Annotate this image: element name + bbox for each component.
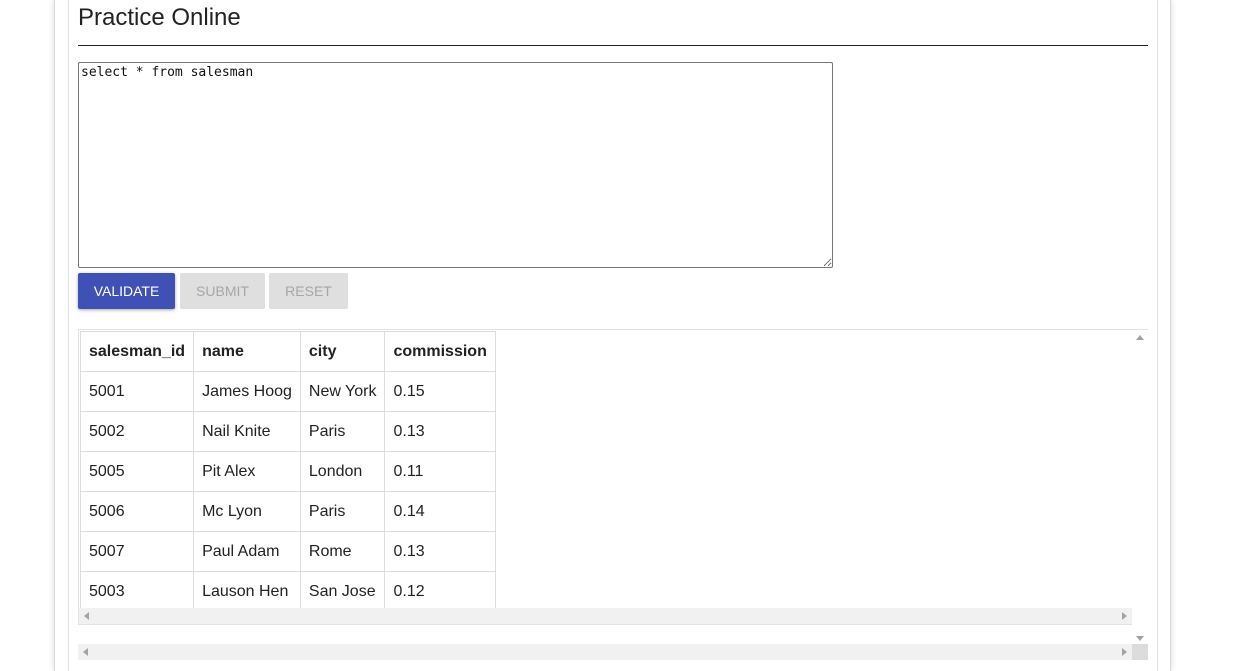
- scroll-up-arrow-icon[interactable]: [1136, 335, 1144, 340]
- cell-name: Paul Adam: [193, 531, 301, 572]
- cell-name: Lauson Hen: [193, 571, 301, 612]
- results-horizontal-scrollbar[interactable]: [79, 608, 1132, 624]
- cell-salesman-id: 5001: [79, 371, 195, 412]
- cell-name: Mc Lyon: [193, 491, 301, 532]
- table-row: 5001 James Hoog New York 0.15: [79, 371, 496, 412]
- column-header-name: name: [193, 331, 301, 372]
- cell-name: Pit Alex: [193, 451, 301, 492]
- scroll-left-arrow-icon[interactable]: [84, 612, 89, 620]
- page-title: Practice Online: [78, 4, 241, 31]
- table-row: 5005 Pit Alex London 0.11: [79, 451, 496, 492]
- submit-button[interactable]: SUBMIT: [180, 273, 265, 309]
- cell-city: London: [299, 451, 386, 492]
- column-header-salesman-id: salesman_id: [79, 331, 195, 372]
- cell-commission: 0.15: [384, 371, 496, 412]
- sql-editor[interactable]: [78, 62, 833, 268]
- column-header-commission: commission: [384, 331, 496, 372]
- cell-commission: 0.12: [384, 571, 496, 612]
- cell-salesman-id: 5005: [79, 451, 195, 492]
- results-table: salesman_id name city commission 5001 Ja…: [79, 331, 496, 612]
- cell-city: New York: [299, 371, 386, 412]
- cell-commission: 0.13: [384, 411, 496, 452]
- table-header-row: salesman_id name city commission: [79, 331, 496, 372]
- column-header-city: city: [299, 331, 386, 372]
- scrollbar-corner: [1132, 644, 1148, 660]
- cell-salesman-id: 5002: [79, 411, 195, 452]
- validate-button[interactable]: VALIDATE: [78, 273, 175, 309]
- cell-city: Paris: [299, 411, 386, 452]
- cell-commission: 0.13: [384, 531, 496, 572]
- cell-name: James Hoog: [193, 371, 301, 412]
- cell-city: San Jose: [299, 571, 386, 612]
- scroll-down-arrow-icon[interactable]: [1136, 636, 1144, 641]
- scroll-left-arrow-icon[interactable]: [83, 648, 88, 656]
- panel-vertical-scrollbar[interactable]: [1132, 330, 1148, 644]
- cell-salesman-id: 5006: [79, 491, 195, 532]
- scroll-right-arrow-icon[interactable]: [1122, 612, 1127, 620]
- results-panel: salesman_id name city commission 5001 Ja…: [78, 329, 1148, 625]
- panel-horizontal-scrollbar[interactable]: [78, 644, 1132, 660]
- cell-commission: 0.11: [384, 451, 496, 492]
- table-row: 5006 Mc Lyon Paris 0.14: [79, 491, 496, 532]
- reset-button[interactable]: RESET: [269, 273, 348, 309]
- scroll-right-arrow-icon[interactable]: [1122, 648, 1127, 656]
- cell-salesman-id: 5007: [79, 531, 195, 572]
- title-divider: [78, 45, 1148, 46]
- table-row: 5007 Paul Adam Rome 0.13: [79, 531, 496, 572]
- cell-city: Paris: [299, 491, 386, 532]
- cell-city: Rome: [299, 531, 386, 572]
- table-row: 5002 Nail Knite Paris 0.13: [79, 411, 496, 452]
- table-row: 5003 Lauson Hen San Jose 0.12: [79, 571, 496, 612]
- cell-salesman-id: 5003: [79, 571, 195, 612]
- cell-name: Nail Knite: [193, 411, 301, 452]
- cell-commission: 0.14: [384, 491, 496, 532]
